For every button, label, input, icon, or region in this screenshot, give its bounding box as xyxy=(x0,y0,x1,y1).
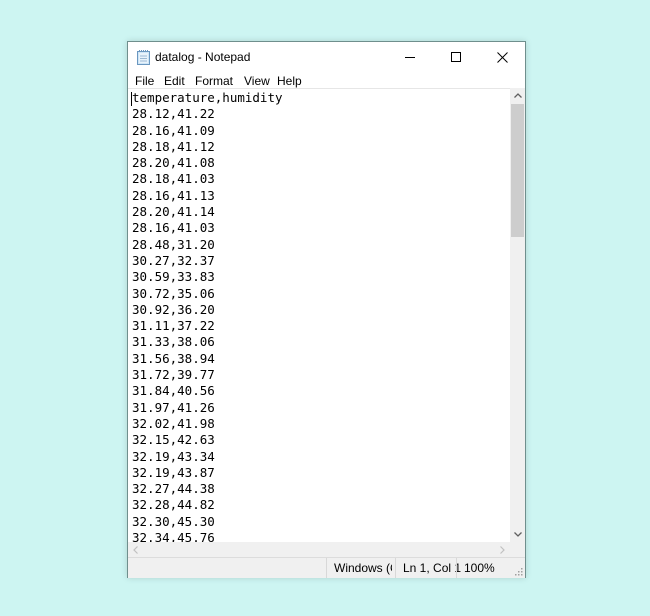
text-line: 28.16,41.03 xyxy=(132,220,215,236)
chevron-down-icon xyxy=(513,532,522,537)
close-icon xyxy=(496,51,508,63)
scrollbar-corner xyxy=(510,542,525,557)
text-line-header: temperature,humidity xyxy=(132,90,283,105)
text-line: 28.20,41.14 xyxy=(132,204,215,220)
horizontal-scrollbar[interactable] xyxy=(128,542,510,557)
text-line: 32.28,44.82 xyxy=(132,497,215,513)
vertical-scrollbar[interactable] xyxy=(510,88,525,542)
text-line: 28.16,41.09 xyxy=(132,122,215,138)
text-line: 28.18,41.03 xyxy=(132,171,215,187)
title-bar[interactable]: datalog - Notepad xyxy=(128,42,525,72)
text-line: 30.72,35.06 xyxy=(132,285,215,301)
text-line: 32.19,43.34 xyxy=(132,448,215,464)
minimize-icon xyxy=(405,57,415,58)
status-encoding: Windows (CRLF) xyxy=(326,558,392,578)
chevron-right-icon xyxy=(500,545,505,554)
vertical-scroll-thumb[interactable] xyxy=(511,104,524,237)
notepad-icon xyxy=(137,50,150,65)
chevron-up-icon xyxy=(513,93,522,98)
scroll-down-button[interactable] xyxy=(510,527,525,542)
text-editor[interactable]: temperature,humidity 28.12,41.22 28.16,41.… xyxy=(128,88,510,543)
status-cursor-position: Ln 1, Col 1 xyxy=(395,558,463,578)
status-bar: Windows (CRLF) Ln 1, Col 1 100% xyxy=(128,557,525,578)
menu-edit[interactable]: Edit xyxy=(164,74,185,88)
text-line: 32.15,42.63 xyxy=(132,432,215,448)
text-line: 30.27,32.37 xyxy=(132,252,215,268)
scroll-left-button[interactable] xyxy=(128,542,143,557)
status-zoom: 100% xyxy=(456,558,514,578)
minimize-button[interactable] xyxy=(387,42,433,72)
menu-help[interactable]: Help xyxy=(277,74,302,88)
text-line: 32.27,44.38 xyxy=(132,481,215,497)
window-title: datalog - Notepad xyxy=(155,50,251,64)
text-line: 31.97,41.26 xyxy=(132,399,215,415)
close-button[interactable] xyxy=(479,42,525,72)
menu-view[interactable]: View xyxy=(244,74,270,88)
text-line: 32.30,45.30 xyxy=(132,513,215,529)
chevron-left-icon xyxy=(133,545,138,554)
text-line: 31.72,39.77 xyxy=(132,367,215,383)
text-line: 31.84,40.56 xyxy=(132,383,215,399)
text-line: 31.11,37.22 xyxy=(132,318,215,334)
text-line: 28.18,41.12 xyxy=(132,138,215,154)
menu-format[interactable]: Format xyxy=(195,74,233,88)
text-line: 28.48,31.20 xyxy=(132,236,215,252)
text-line: 31.56,38.94 xyxy=(132,350,215,366)
text-line: 30.59,33.83 xyxy=(132,269,215,285)
scroll-up-button[interactable] xyxy=(510,88,525,103)
text-line: 30.92,36.20 xyxy=(132,301,215,317)
text-line: 31.33,38.06 xyxy=(132,334,215,350)
menu-file[interactable]: File xyxy=(135,74,154,88)
text-line: 32.02,41.98 xyxy=(132,415,215,431)
scroll-right-button[interactable] xyxy=(495,542,510,557)
text-line: 28.20,41.08 xyxy=(132,155,215,171)
editor-content[interactable]: temperature,humidity 28.12,41.22 28.16,41.… xyxy=(132,90,283,543)
resize-grip-icon[interactable] xyxy=(515,568,523,576)
notepad-window: datalog - Notepad File Edit Format View … xyxy=(127,41,526,578)
text-line: 32.19,43.87 xyxy=(132,464,215,480)
text-line: 28.16,41.13 xyxy=(132,187,215,203)
maximize-icon xyxy=(451,52,461,62)
text-line: 28.12,41.22 xyxy=(132,106,215,122)
maximize-button[interactable] xyxy=(433,42,479,72)
